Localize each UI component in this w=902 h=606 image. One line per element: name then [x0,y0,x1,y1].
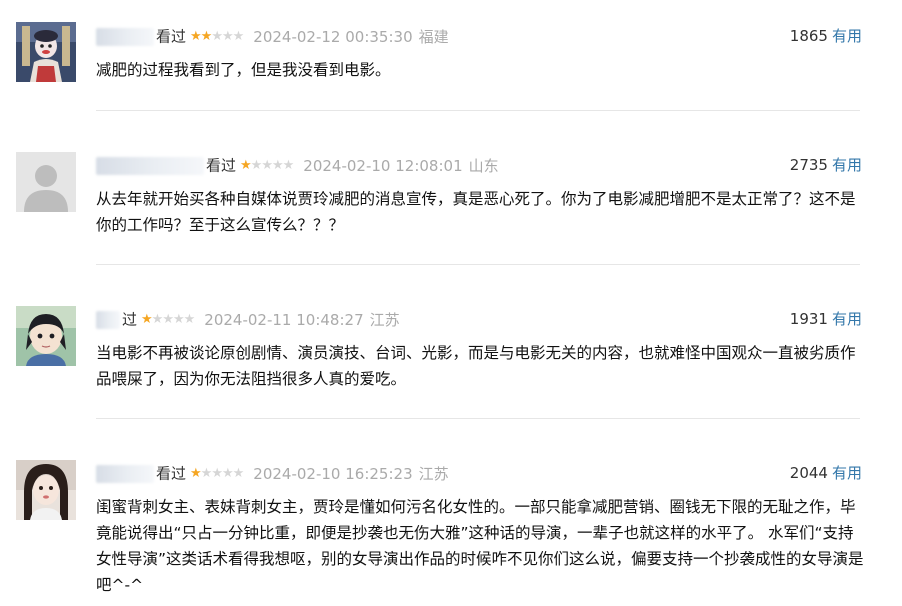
username-redacted[interactable] [96,464,154,483]
star-filled-icon: ★ [190,465,202,481]
rating-stars: ★★★★★ [240,154,295,178]
votes: 1931 有用 [790,307,862,331]
comment-time: 2024-02-10 12:08:01 [303,156,463,175]
comment-text: 减肥的过程我看到了，但是我没看到电影。 [96,61,391,79]
votes: 1865 有用 [790,24,862,48]
votes-count: 1865 [789,27,828,45]
comment-meta: 过 ★★★★★ 2024-02-11 10:48:27 江苏 1931 有用 [96,307,862,331]
comment-meta: 看过 ★★★★★ 2024-02-10 16:25:23 江苏 2044 有用 [96,461,862,485]
star-filled-icon: ★ [240,157,252,173]
votes-count: 1931 [789,310,828,328]
avatar[interactable] [16,22,76,82]
comment-time: 2024-02-12 00:35:30 [253,27,413,46]
divider [96,110,860,111]
star-filled-icon: ★ [141,311,153,327]
comment-location: 山东 [468,156,499,175]
anime-character-avatar-icon [16,306,76,366]
comment-location: 江苏 [369,310,400,329]
default-user-avatar-icon [16,152,76,212]
avatar[interactable] [16,306,76,366]
votes: 2044 有用 [790,461,862,485]
star-empty-icon: ★★★★ [200,465,245,481]
comment-time: 2024-02-11 10:48:27 [204,310,364,329]
watched-label: 过 [122,310,138,329]
username-redacted[interactable] [96,156,204,175]
comment-text: 从去年就开始买各种自媒体说贾玲减肥的消息宣传，真是恶心死了。你为了电影减肥增肥不… [96,190,856,234]
star-empty-icon: ★★★★ [151,311,196,327]
avatar[interactable] [16,152,76,212]
watched-label: 看过 [206,156,237,175]
comment-location: 江苏 [418,464,449,483]
username-redacted[interactable] [96,310,120,329]
useful-button[interactable]: 有用 [832,464,862,482]
useful-button[interactable]: 有用 [832,156,862,174]
comment-text: 当电影不再被谈论原创剧情、演员演技、台词、光影，而是与电影无关的内容，也就难怪中… [96,344,856,388]
rating-stars: ★★★★★ [141,308,196,332]
useful-button[interactable]: 有用 [832,27,862,45]
divider [96,418,860,419]
useful-button[interactable]: 有用 [832,310,862,328]
watched-label: 看过 [156,464,187,483]
watched-label: 看过 [156,27,187,46]
avatar[interactable] [16,460,76,520]
rating-stars: ★★★★★ [190,25,244,49]
comment-location: 福建 [418,27,449,46]
rating-stars: ★★★★★ [190,462,245,486]
votes: 2735 有用 [790,153,862,177]
comment-text: 闺蜜背刺女主、表妹背刺女主，贾玲是懂如何污名化女性的。一部只能拿减肥营销、圈钱无… [96,498,864,594]
votes-count: 2735 [789,156,828,174]
girl-photo-avatar-icon [16,460,76,520]
comment-time: 2024-02-10 16:25:23 [253,464,413,483]
username-redacted[interactable] [96,27,154,46]
star-empty-icon: ★★★ [211,28,244,44]
votes-count: 2044 [789,464,828,482]
star-empty-icon: ★★★★ [250,157,295,173]
star-filled-icon: ★★ [190,28,212,44]
comment-meta: 看过 ★★★★★ 2024-02-10 12:08:01 山东 2735 有用 [96,153,862,177]
comment-meta: 看过 ★★★★★ 2024-02-12 00:35:30 福建 1865 有用 [96,24,862,48]
divider [96,264,860,265]
puppet-photo-avatar-icon [16,22,76,82]
